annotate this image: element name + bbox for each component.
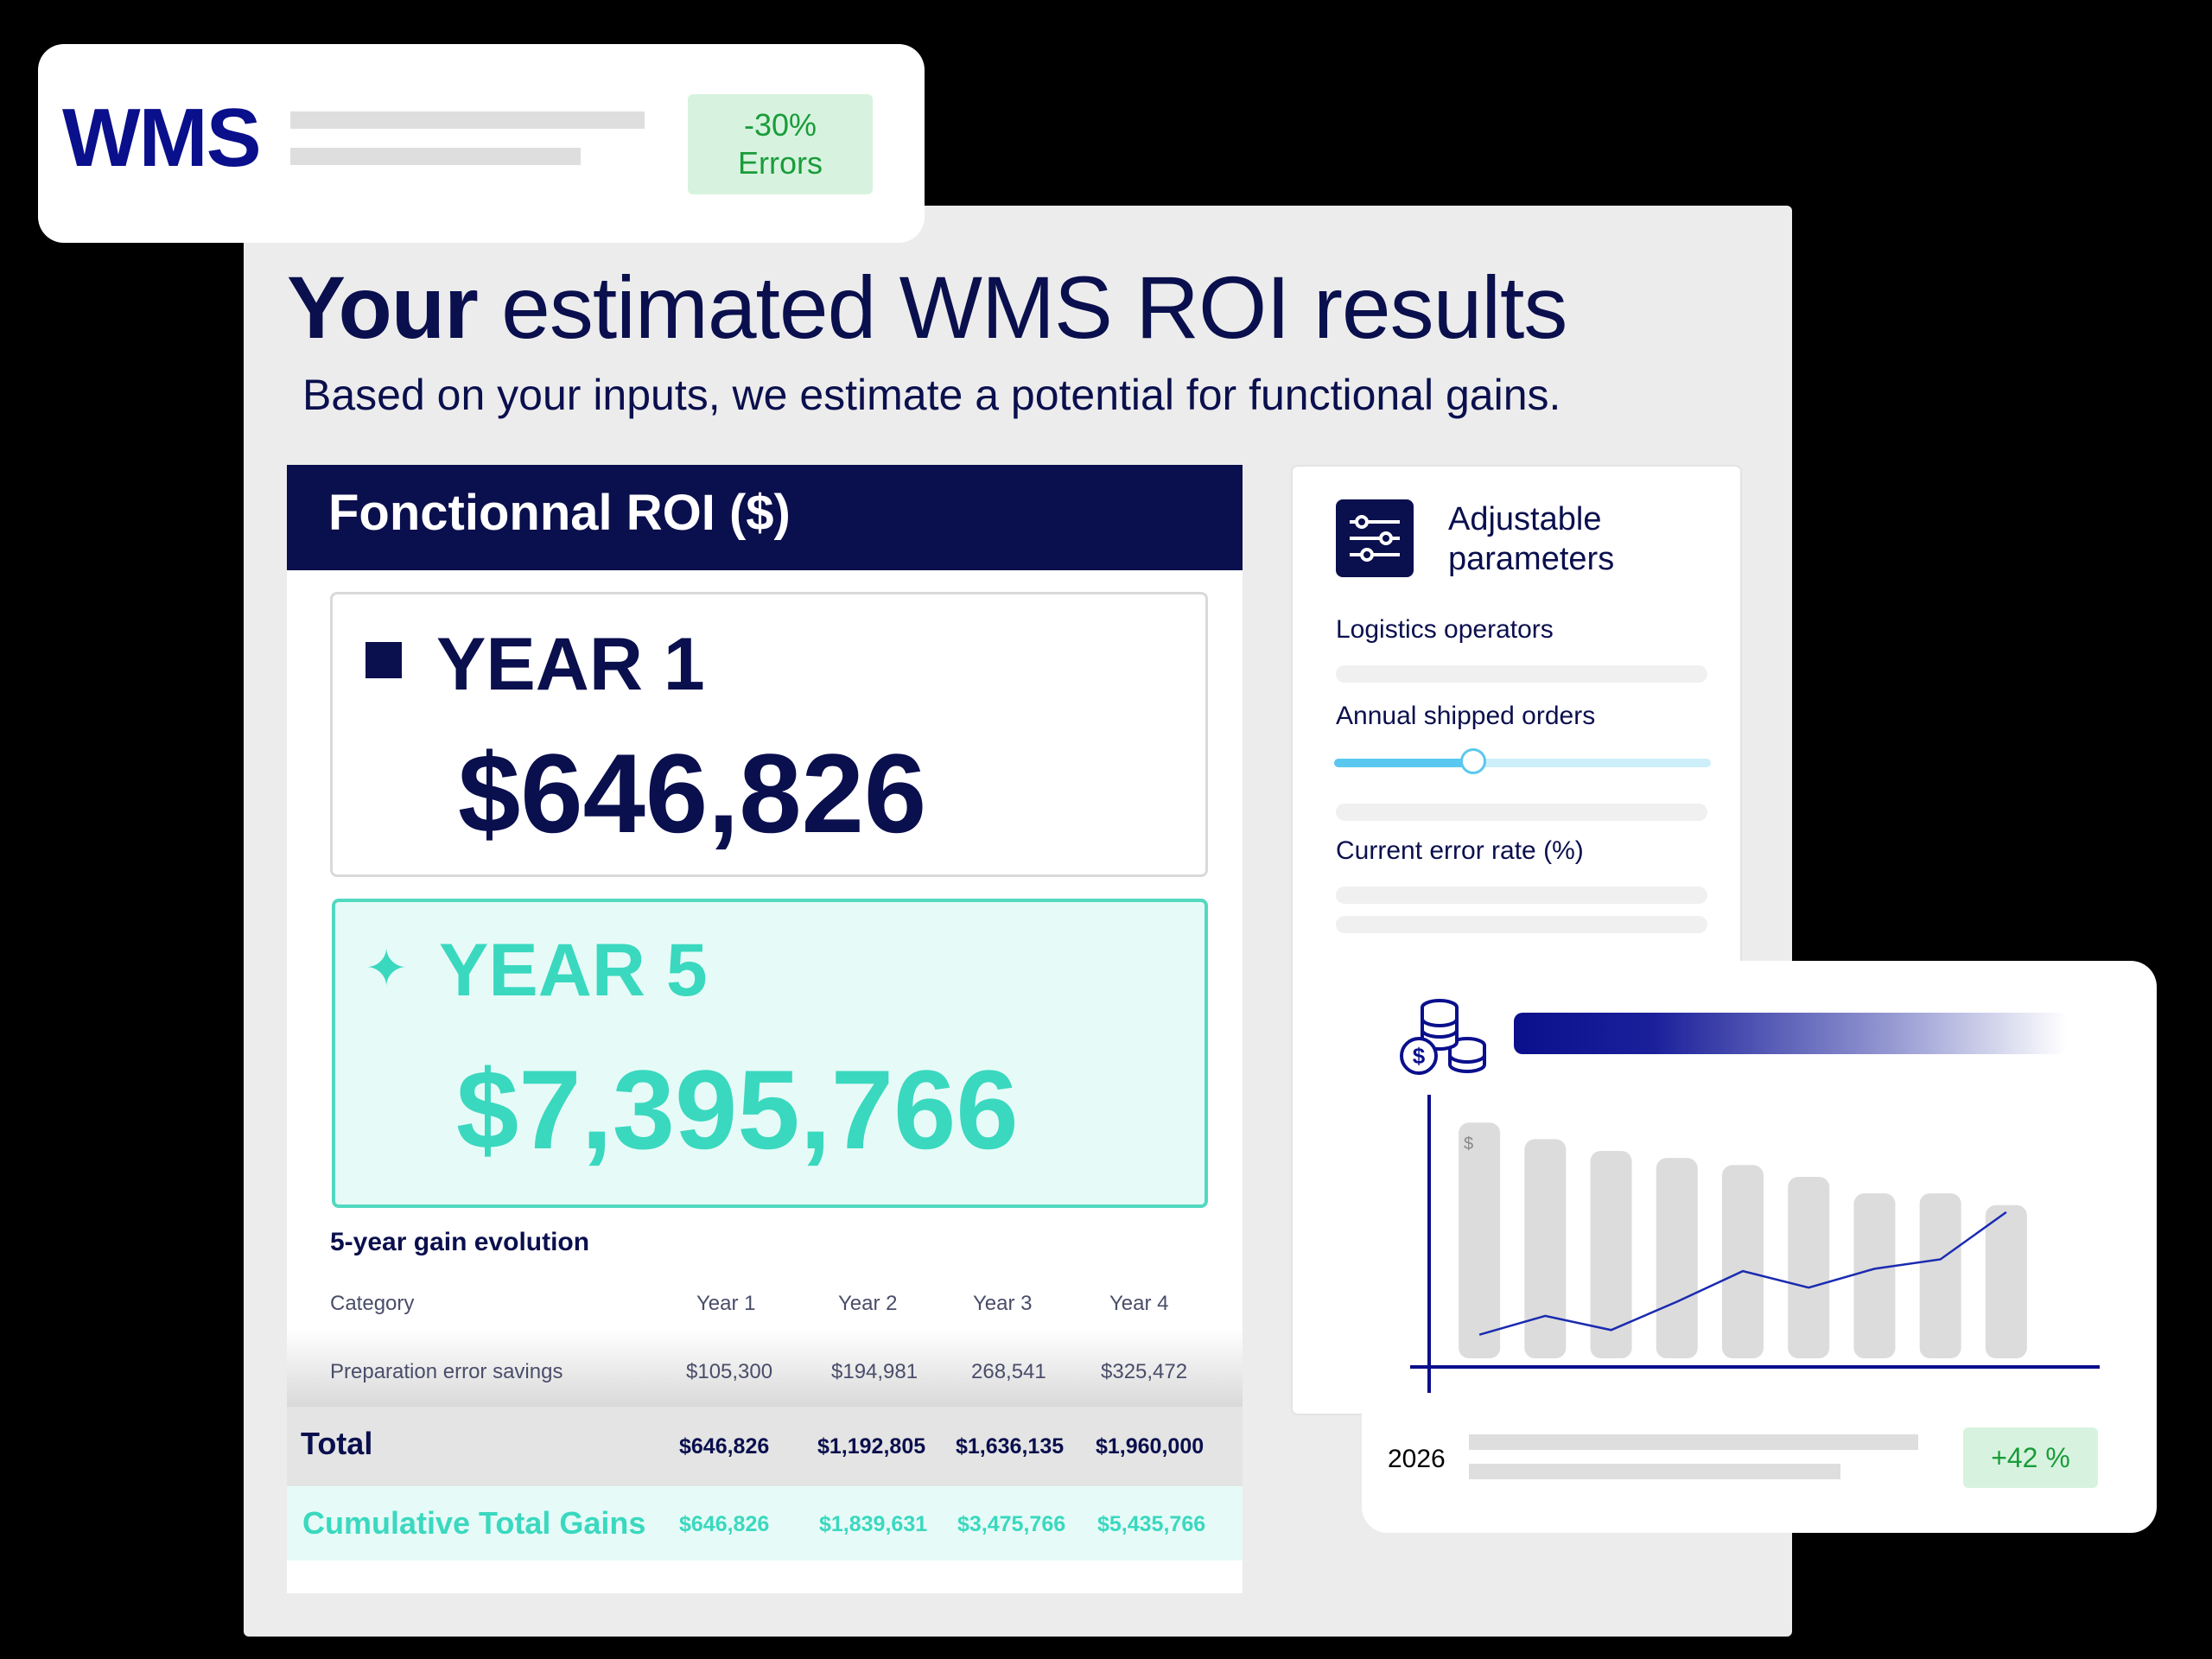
page-title: Your estimated WMS ROI results — [287, 257, 1567, 359]
table-header-year3: Year 3 — [973, 1292, 1033, 1315]
table-header-year1: Year 1 — [696, 1292, 756, 1315]
cumulative-year2: $1,839,631 — [819, 1512, 928, 1536]
total-year3: $1,636,135 — [956, 1434, 1065, 1459]
table-cell-year1: $105,300 — [686, 1360, 773, 1383]
table-cell-year3: 268,541 — [971, 1360, 1046, 1383]
param-label-operators: Logistics operators — [1336, 615, 1554, 644]
total-year1: $646,826 — [679, 1434, 770, 1459]
chart-bar — [1459, 1122, 1501, 1358]
param-field-operators[interactable] — [1336, 665, 1707, 683]
page-subtitle: Based on your inputs, we estimate a pote… — [302, 371, 1561, 419]
errors-badge-value: -30% — [743, 107, 817, 143]
year1-label: YEAR 1 — [436, 623, 705, 706]
gains-chart-card: $ $ 2026 +42 % — [1362, 961, 2157, 1533]
orders-slider-fill — [1334, 759, 1474, 767]
cumulative-year1: $646,826 — [679, 1512, 770, 1536]
sliders-icon — [1336, 499, 1414, 577]
table-cell-year2: $194,981 — [831, 1360, 918, 1383]
chart-bar — [1788, 1177, 1830, 1358]
table-header-category: Category — [330, 1292, 415, 1315]
roi-header: Fonctionnal ROI ($) — [287, 465, 1243, 570]
total-year2: $1,192,805 — [817, 1434, 926, 1459]
functional-roi-card: Fonctionnal ROI ($) YEAR 1 $646,826 ✦ YE… — [287, 465, 1243, 1593]
param-label-error-rate: Current error rate (%) — [1336, 836, 1584, 865]
placeholder-line — [290, 111, 645, 129]
cumulative-year4: $5,435,766 — [1097, 1512, 1206, 1536]
total-label: Total — [301, 1426, 373, 1461]
year5-box: ✦ YEAR 5 $7,395,766 — [332, 899, 1208, 1208]
title-bold: Your — [287, 258, 479, 357]
chart-bar — [1985, 1205, 2027, 1358]
orders-slider-track[interactable] — [1334, 748, 1711, 774]
param-field-error-rate[interactable] — [1336, 887, 1707, 904]
year1-box: YEAR 1 $646,826 — [330, 592, 1208, 877]
chart-bar — [1656, 1158, 1698, 1358]
table-cell-category: Preparation error savings — [330, 1360, 563, 1383]
chart-year: 2026 — [1388, 1445, 1446, 1473]
table-header-year2: Year 2 — [838, 1292, 898, 1315]
param-label-orders: Annual shipped orders — [1336, 702, 1596, 730]
chart-bar — [1722, 1165, 1764, 1358]
square-icon — [365, 642, 402, 678]
cumulative-label: Cumulative Total Gains — [302, 1505, 646, 1541]
growth-badge: +42 % — [1963, 1427, 2098, 1488]
cumulative-year3: $3,475,766 — [957, 1512, 1066, 1536]
chart-bar — [1853, 1193, 1896, 1358]
table-header-year4: Year 4 — [1109, 1292, 1169, 1315]
param-field-orders[interactable] — [1336, 804, 1707, 821]
errors-badge-label: Errors — [738, 145, 823, 181]
sparkle-icon: ✦ — [365, 939, 409, 997]
table-cell-year4: $325,472 — [1101, 1360, 1188, 1383]
title-rest: estimated WMS ROI results — [477, 258, 1567, 357]
errors-badge: -30% Errors — [688, 94, 873, 194]
year5-value: $7,395,766 — [456, 1046, 1019, 1173]
year1-value: $646,826 — [458, 730, 927, 856]
chart-bar — [1919, 1193, 1961, 1358]
evolution-title: 5-year gain evolution — [330, 1228, 590, 1256]
bar-line-chart: $ — [1410, 1095, 2100, 1393]
roi-header-label: Fonctionnal ROI ($) — [328, 485, 791, 541]
parameters-title: Adjustable parameters — [1448, 501, 1615, 577]
placeholder-line — [290, 148, 581, 165]
placeholder-line — [1469, 1434, 1918, 1450]
wms-logo: WMS — [62, 92, 262, 184]
total-year4: $1,960,000 — [1096, 1434, 1205, 1459]
placeholder-line — [1469, 1464, 1840, 1479]
chart-bar — [1524, 1139, 1567, 1358]
chart-currency-label: $ — [1464, 1135, 1473, 1154]
wms-summary-card: WMS -30% Errors — [38, 44, 925, 243]
orders-slider-handle[interactable] — [1460, 748, 1487, 774]
param-field-extra[interactable] — [1336, 916, 1707, 933]
year5-label: YEAR 5 — [439, 929, 708, 1012]
